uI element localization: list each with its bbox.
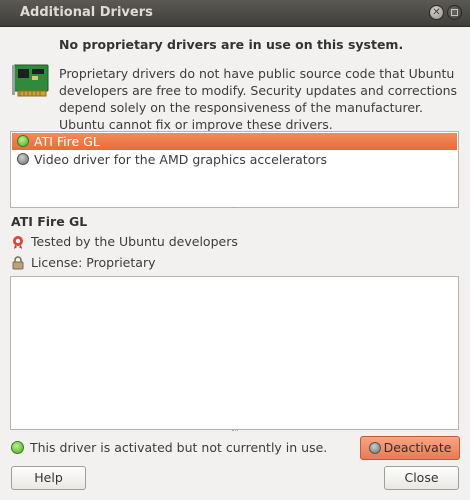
maximize-icon[interactable]: [447, 5, 462, 20]
license-line: License: Proprietary: [11, 254, 155, 272]
close-icon[interactable]: ✕: [429, 5, 444, 20]
pane-resize-handle[interactable]: [232, 207, 238, 210]
driver-details-title: ATI Fire GL: [11, 214, 88, 229]
status-green-icon: [11, 441, 24, 454]
tested-text: Tested by the Ubuntu developers: [31, 234, 238, 249]
driver-status: This driver is activated but not current…: [11, 439, 327, 457]
help-button[interactable]: Help: [11, 466, 86, 490]
deactivate-label: Deactivate: [383, 440, 452, 455]
status-gray-icon: [368, 442, 381, 454]
status-gray-icon: [17, 153, 29, 165]
deactivate-button[interactable]: Deactivate: [360, 436, 460, 460]
driver-label: Video driver for the AMD graphics accele…: [34, 152, 328, 167]
close-label: Close: [404, 470, 439, 485]
page-heading: No proprietary drivers are in use on thi…: [59, 37, 404, 52]
title-bar[interactable]: Additional Drivers ✕: [0, 0, 470, 27]
driver-row-amd-video[interactable]: Video driver for the AMD graphics accele…: [12, 151, 457, 168]
driver-notes-area[interactable]: [10, 276, 459, 430]
help-label: Help: [34, 470, 63, 485]
expansion-card-icon: [12, 64, 49, 97]
description-text: Proprietary drivers do not have public s…: [59, 66, 458, 132]
close-button[interactable]: Close: [384, 466, 459, 490]
driver-row-ati-fire-gl[interactable]: ATI Fire GL: [12, 133, 457, 150]
ubuntu-badge-icon: [13, 236, 23, 249]
license-text: License: Proprietary: [31, 255, 156, 270]
pane-resize-handle[interactable]: [232, 430, 238, 433]
status-green-icon: [17, 135, 29, 147]
tested-line: Tested by the Ubuntu developers: [11, 233, 238, 251]
window-title: Additional Drivers: [20, 5, 153, 20]
driver-label: ATI Fire GL: [34, 134, 100, 149]
status-text: This driver is activated but not current…: [30, 440, 328, 455]
lock-icon: [12, 256, 24, 270]
driver-list[interactable]: ATI Fire GL Video driver for the AMD gra…: [10, 131, 459, 208]
